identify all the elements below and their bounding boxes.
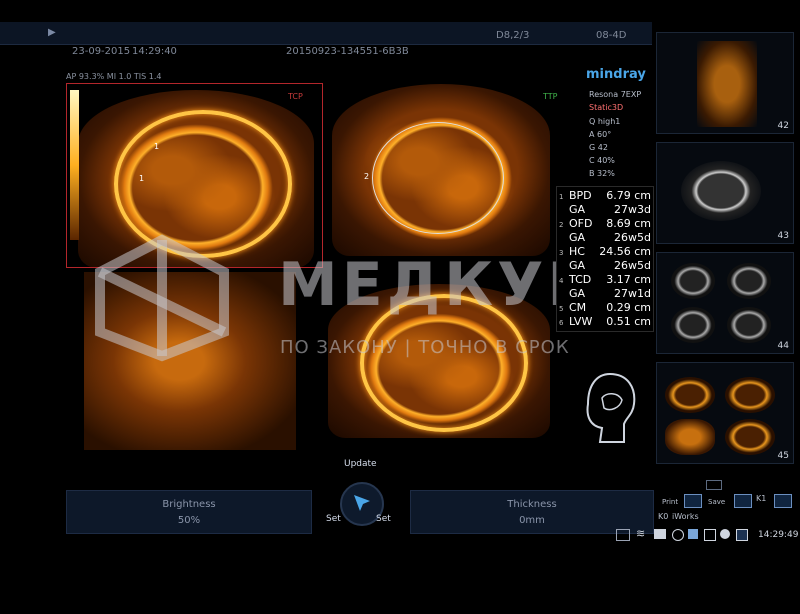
preset-label: Static3D [589,103,624,112]
thumbnail-number: 42 [777,121,789,131]
thumbnail-image [727,263,771,299]
update-button[interactable]: Update [344,459,377,469]
exam-time: 14:29:40 [132,46,177,57]
trackball-control[interactable]: Update Set Set [318,459,402,532]
measurement-row: GA 27w3d [569,203,651,216]
thumbnail-image [671,307,715,343]
archive-icon[interactable] [734,494,752,508]
printer-icon [704,529,716,541]
measurement-row: GA 27w1d [569,287,651,300]
quality-label: Q high1 [589,117,621,126]
watermark-logo-icon [95,234,229,362]
head-orientation-icon [586,372,636,443]
watermark-subtitle: ПО ЗАКОНУ | ТОЧНО В СРОК [280,337,570,358]
caliper-marker: 2 [364,172,370,181]
window-icon [616,529,630,541]
brightness-label: B 32% [589,169,615,178]
ttp-label: TTP [543,92,558,101]
keyboard-icon[interactable] [706,480,722,490]
thickness-control-label: Thickness [507,499,557,510]
tool-area: Print Save K1 K0 iWorks [656,480,800,524]
measurement-row: 6 LVW 0.51 cm [559,315,651,328]
thumbnail-number: 44 [777,341,789,351]
save-button[interactable]: Save [708,498,725,506]
cursor-arrow-icon [354,495,370,511]
measurement-row: 4 TCD 3.17 cm [559,273,651,286]
thumbnail-image [671,263,715,299]
brand-logo: mindray [586,67,646,82]
k1-button[interactable]: K1 [756,494,766,503]
watermark-title: МЕДКУБ [278,250,598,320]
brightness-control-label: Brightness [162,499,216,510]
measurement-row: 5 CM 0.29 cm [559,301,651,314]
thumbnail-image [725,419,775,455]
export-icon[interactable] [684,494,702,508]
battery-icon [736,529,748,541]
thumbnail-number: 45 [777,451,789,461]
thumbnail[interactable]: 45 [656,362,794,464]
usb-icon [688,529,698,539]
contrast-label: C 40% [589,156,615,165]
measurement-results: 1 BPD 6.79 cm GA 27w3d 2 OFD 8.69 cm GA 26w5d … [556,186,654,332]
thumbnail-image [697,41,757,127]
angle-label: A 60° [589,130,612,139]
model-label: Resona 7EXP [589,90,642,99]
caliper-marker: 1 [154,142,160,151]
set-right-button[interactable]: Set [376,514,391,524]
status-bar: ≋ 14:29:49 [612,525,800,547]
measurement-row: 2 OFD 8.69 cm [559,217,651,230]
set-left-button[interactable]: Set [326,514,341,524]
thumbnail-image [727,307,771,343]
exam-id: 20150923-134551-6B3B [286,46,409,57]
network-icon [654,529,666,539]
user-icon [672,529,684,541]
thumbnail-image [665,377,715,413]
brightness-control-value: 50% [177,515,201,526]
thumbnail-image [681,161,761,221]
thumbnail[interactable]: 44 [656,252,794,354]
iworks-button[interactable]: iWorks [672,512,699,521]
k0-label: K0 [658,512,669,521]
print-button[interactable]: Print [662,498,678,506]
caliper-marker: 1 [139,174,145,183]
mode-label: 08-4D [596,30,627,41]
thumbnail-image [725,377,775,413]
measurement-row: GA 26w5d [569,259,651,272]
tcp-label: TCP [288,92,303,101]
probe-label: D8,2/3 [496,30,530,41]
gain-label: G 42 [589,143,608,152]
expand-arrow-icon[interactable]: ▶ [48,27,56,38]
measurement-row: 1 BPD 6.79 cm [559,189,651,202]
measurement-row: GA 26w5d [569,231,651,244]
thumbnail[interactable]: 42 [656,32,794,134]
top-bar: ▶ [0,22,652,45]
gray-scale-bar [70,90,79,240]
exam-date: 23-09-2015 [72,46,131,57]
wifi-icon: ≋ [636,527,646,540]
hc-ellipse-measure [372,122,504,234]
brightness-control[interactable]: Brightness 50% [66,490,312,534]
viewport-b-plane[interactable] [328,80,552,260]
thumbnail-image [665,419,715,455]
thumbnail-number: 43 [777,231,789,241]
clock: 14:29:49 [758,530,799,540]
thumbnail[interactable]: 43 [656,142,794,244]
disk-icon [720,529,730,539]
report-icon[interactable] [774,494,792,508]
measurement-row: 3 HC 24.56 cm [559,245,651,258]
